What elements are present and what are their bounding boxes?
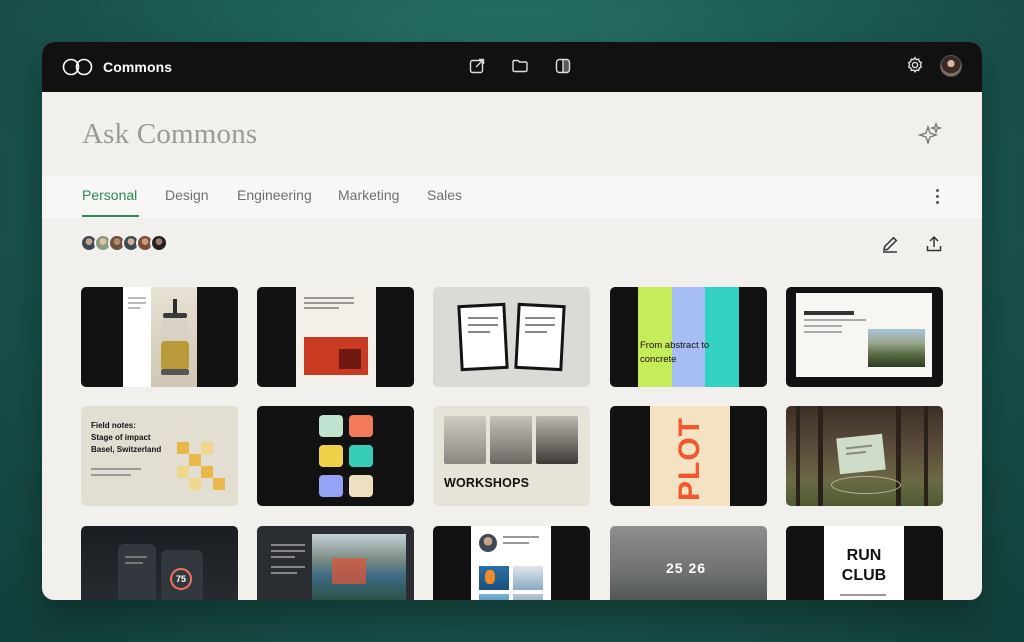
two-rings-logo[interactable] xyxy=(62,58,94,76)
board-toolbar xyxy=(42,218,982,268)
workshops-title: WORKSHOPS xyxy=(444,476,530,490)
card-plot[interactable]: PLOT xyxy=(610,406,767,506)
card-score[interactable]: 25 26 xyxy=(610,526,767,600)
gauge-value: 75 xyxy=(170,568,192,590)
card-caption: From abstract to concrete xyxy=(640,340,710,365)
sparkle-icon[interactable] xyxy=(917,121,943,146)
title-bar: Commons xyxy=(42,42,982,92)
card-forest[interactable] xyxy=(786,406,943,506)
card-tea-press[interactable] xyxy=(81,287,238,387)
tab-engineering[interactable]: Engineering xyxy=(237,187,312,203)
active-tab-indicator xyxy=(82,215,139,217)
tab-marketing[interactable]: Marketing xyxy=(338,187,399,203)
card-yosemite[interactable] xyxy=(786,287,943,387)
card-two-pages[interactable] xyxy=(433,287,590,387)
ask-input[interactable]: Ask Commons xyxy=(82,118,257,151)
avatar[interactable] xyxy=(940,55,962,77)
tea-press-image xyxy=(161,299,189,375)
card-color-swatches[interactable] xyxy=(257,406,414,506)
landscape-image xyxy=(868,329,925,367)
field-notes-title: Field notes: xyxy=(91,421,136,430)
app-title: Commons xyxy=(103,59,173,75)
card-gauge[interactable]: 75 xyxy=(81,526,238,600)
field-notes-subtitle: Stage of impact xyxy=(91,433,151,442)
gear-icon[interactable] xyxy=(906,56,926,76)
card-fjord[interactable] xyxy=(257,526,414,600)
tab-design[interactable]: Design xyxy=(165,187,209,203)
folder-icon[interactable] xyxy=(511,57,531,77)
score-text: 25 26 xyxy=(666,560,707,576)
share-icon[interactable] xyxy=(924,234,944,254)
more-vertical-icon[interactable] xyxy=(936,189,940,205)
tab-personal[interactable]: Personal xyxy=(82,187,137,203)
plot-title: PLOT xyxy=(673,417,706,501)
right-toolbar xyxy=(906,55,962,77)
avatar[interactable] xyxy=(150,234,168,252)
collaborator-avatars[interactable] xyxy=(80,234,168,252)
edit-icon[interactable] xyxy=(880,234,900,254)
ask-area[interactable]: Ask Commons xyxy=(42,92,982,176)
center-toolbar xyxy=(468,57,574,77)
card-field-notes[interactable]: Field notes: Stage of impact Basel, Swit… xyxy=(81,406,238,506)
run-club-title: RUN CLUB xyxy=(841,547,887,584)
card-from-abstract[interactable]: From abstract to concrete xyxy=(610,287,767,387)
app-window: Commons Ask Commons Personal Design Engi… xyxy=(42,42,982,600)
external-link-icon[interactable] xyxy=(468,57,488,77)
card-run-club[interactable]: RUN CLUB xyxy=(786,526,943,600)
split-view-icon[interactable] xyxy=(554,57,574,77)
field-notes-location: Basel, Switzerland xyxy=(91,445,162,454)
card-photo-grid[interactable] xyxy=(433,526,590,600)
tab-sales[interactable]: Sales xyxy=(427,187,462,203)
card-workshops[interactable]: WORKSHOPS xyxy=(433,406,590,506)
card-red-document[interactable] xyxy=(257,287,414,387)
tab-bar: Personal Design Engineering Marketing Sa… xyxy=(42,176,982,218)
